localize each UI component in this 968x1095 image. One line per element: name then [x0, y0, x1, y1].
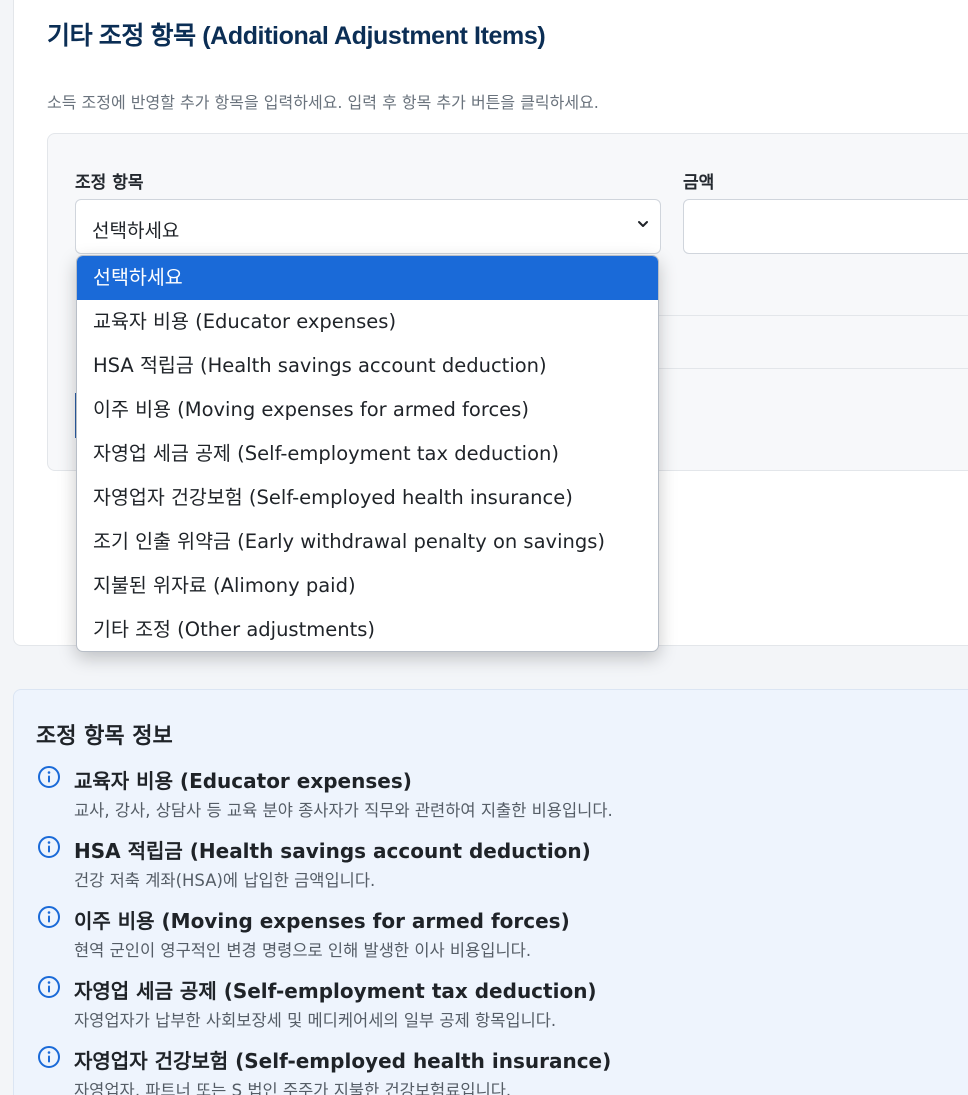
- dropdown-option[interactable]: 선택하세요: [77, 256, 658, 300]
- item-label: 조정 항목: [75, 173, 144, 193]
- info-item-description: 자영업자, 파트너 또는 S 법인 주주가 지불한 건강보험료입니다.: [74, 1081, 512, 1095]
- info-circle-icon: [38, 836, 60, 858]
- info-circle-icon: [38, 766, 60, 788]
- info-item-title: 자영업자 건강보험 (Self-employed health insuranc…: [74, 1049, 612, 1073]
- amount-label: 금액: [683, 173, 715, 193]
- info-item-description: 자영업자가 납부한 사회보장세 및 메디케어세의 일부 공제 항목입니다.: [74, 1011, 557, 1030]
- page-title: 기타 조정 항목 (Additional Adjustment Items): [47, 22, 546, 50]
- select-value: 선택하세요: [92, 220, 180, 242]
- adjustment-item-dropdown[interactable]: 선택하세요 교육자 비용 (Educator expenses) HSA 적립금…: [76, 255, 659, 652]
- info-title: 조정 항목 정보: [36, 724, 173, 749]
- dropdown-option[interactable]: HSA 적립금 (Health savings account deductio…: [77, 344, 658, 388]
- dropdown-option[interactable]: 자영업 세금 공제 (Self-employment tax deduction…: [77, 432, 658, 476]
- dropdown-option[interactable]: 기타 조정 (Other adjustments): [77, 608, 658, 651]
- info-item-description: 교사, 강사, 상담사 등 교육 분야 종사자가 직무와 관련하여 지출한 비용…: [74, 801, 613, 820]
- dropdown-option[interactable]: 자영업자 건강보험 (Self-employed health insuranc…: [77, 476, 658, 520]
- info-item-description: 현역 군인이 영구적인 변경 명령으로 인해 발생한 이사 비용입니다.: [74, 941, 532, 960]
- page-subtitle: 소득 조정에 반영할 추가 항목을 입력하세요. 입력 후 항목 추가 버튼을 …: [47, 93, 599, 112]
- info-circle-icon: [38, 976, 60, 998]
- chevron-down-icon: [638, 221, 648, 227]
- amount-input[interactable]: [683, 199, 968, 254]
- dropdown-option[interactable]: 이주 비용 (Moving expenses for armed forces): [77, 388, 658, 432]
- dropdown-option[interactable]: 지불된 위자료 (Alimony paid): [77, 564, 658, 608]
- dropdown-option[interactable]: 교육자 비용 (Educator expenses): [77, 300, 658, 344]
- info-item-title: HSA 적립금 (Health savings account deductio…: [74, 839, 591, 863]
- info-circle-icon: [38, 906, 60, 928]
- adjustment-item-select[interactable]: 선택하세요: [75, 199, 661, 254]
- divider: [658, 315, 968, 316]
- info-item-title: 교육자 비용 (Educator expenses): [74, 769, 412, 793]
- info-item-title: 이주 비용 (Moving expenses for armed forces): [74, 909, 570, 933]
- info-circle-icon: [38, 1046, 60, 1068]
- info-item-description: 건강 저축 계좌(HSA)에 납입한 금액입니다.: [74, 871, 376, 890]
- dropdown-option[interactable]: 조기 인출 위약금 (Early withdrawal penalty on s…: [77, 520, 658, 564]
- info-item-title: 자영업 세금 공제 (Self-employment tax deduction…: [74, 979, 597, 1003]
- divider: [658, 368, 968, 369]
